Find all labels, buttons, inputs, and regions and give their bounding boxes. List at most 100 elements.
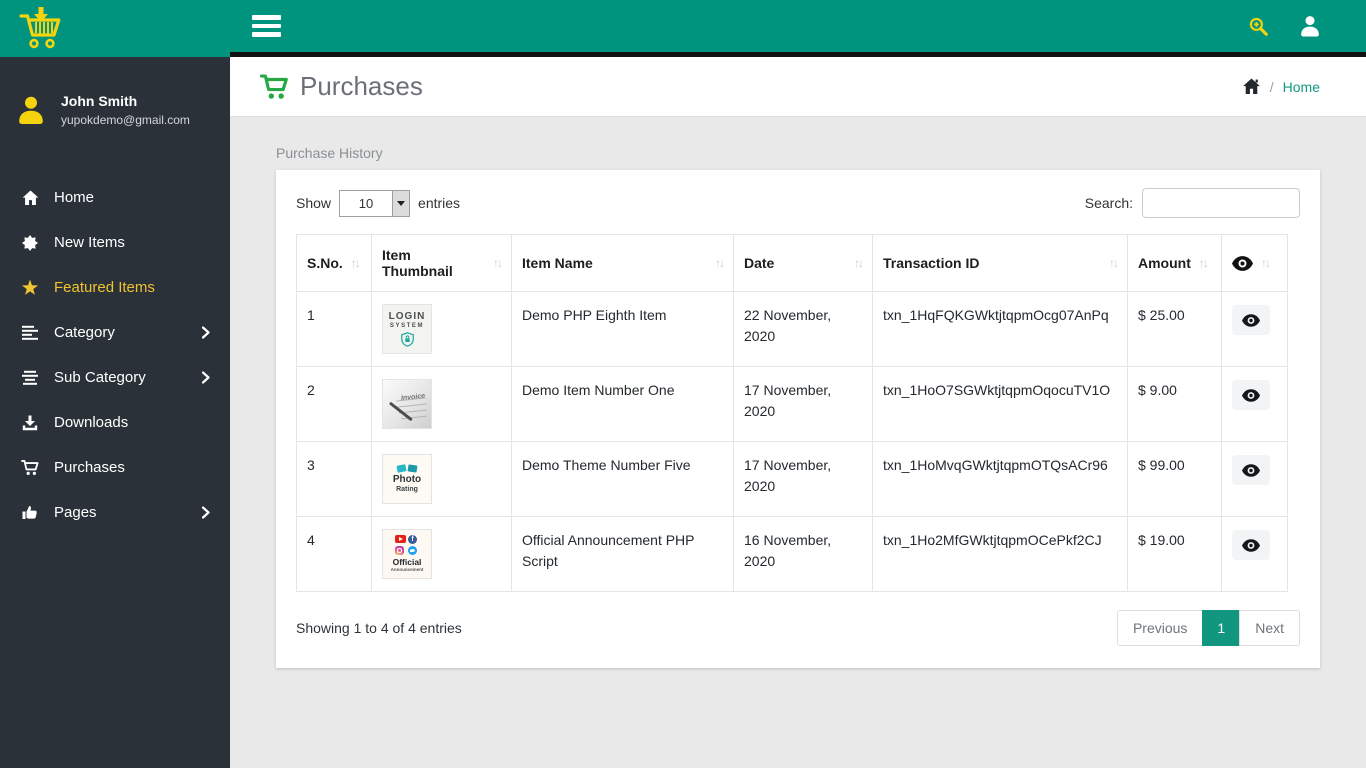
chevron-right-icon xyxy=(202,326,210,339)
view-button[interactable] xyxy=(1232,530,1270,560)
search-input[interactable] xyxy=(1142,188,1300,218)
home-icon[interactable] xyxy=(1242,78,1261,95)
photo-rating-thumbnail: Photo Rating xyxy=(382,454,432,504)
search-label: Search: xyxy=(1084,195,1133,211)
sidebar-item-home[interactable]: Home xyxy=(0,175,230,220)
table-footer: Showing 1 to 4 of 4 entries Previous 1 N… xyxy=(296,610,1300,646)
table-header-row: S.No. ↑↓ Item Thumbnail ↑↓ Item Name ↑↓ Dat… xyxy=(296,234,1288,292)
sidebar-item-label: Featured Items xyxy=(54,279,155,296)
page-size-select[interactable]: 10 xyxy=(339,189,411,217)
view-button[interactable] xyxy=(1232,455,1270,485)
list-centered-icon xyxy=(20,370,40,385)
eye-icon xyxy=(1232,255,1253,271)
column-header-transaction-id[interactable]: Transaction ID ↑↓ xyxy=(872,234,1128,292)
purchase-history-card: Show 10 entries Search: S.No. ↑↓ Item Th… xyxy=(276,170,1320,668)
cell-item-name: Official Announcement PHP Script xyxy=(511,516,734,592)
section-label: Purchase History xyxy=(276,145,383,161)
sidebar-item-sub-category[interactable]: Sub Category xyxy=(0,355,230,400)
shield-lock-icon xyxy=(400,332,414,347)
sort-icon: ↑↓ xyxy=(1198,256,1209,270)
cell-sno: 2 xyxy=(296,366,372,442)
table-row: 1 LOGIN SYSTEM Demo PHP Eighth Item 22 N… xyxy=(296,291,1288,367)
select-dropdown-arrow-icon xyxy=(392,190,410,216)
column-header-item-name[interactable]: Item Name ↑↓ xyxy=(511,234,734,292)
sidebar-item-category[interactable]: Category xyxy=(0,310,230,355)
page-1-button[interactable]: 1 xyxy=(1202,610,1241,646)
cart-download-logo-icon xyxy=(16,6,66,51)
table-row: 2 Invoice Demo Item Number One 17 Novemb… xyxy=(296,366,1288,442)
instagram-icon xyxy=(395,546,404,555)
app-root: John Smith yupokdemo@gmail.com Home New … xyxy=(0,0,1366,768)
breadcrumb-home-link[interactable]: Home xyxy=(1283,79,1320,95)
youtube-icon xyxy=(395,535,406,543)
hamburger-menu-icon[interactable] xyxy=(252,15,281,37)
user-email: yupokdemo@gmail.com xyxy=(61,113,190,127)
thumbs-up-icon xyxy=(20,505,40,520)
sidebar-item-downloads[interactable]: Downloads xyxy=(0,400,230,445)
star-icon xyxy=(20,279,40,296)
burst-icon xyxy=(20,234,40,251)
sort-icon: ↑↓ xyxy=(1109,256,1119,270)
content: Purchase History Show 10 entries Search: xyxy=(230,117,1366,668)
sidebar-item-label: Home xyxy=(54,189,95,206)
twitter-icon xyxy=(408,546,417,555)
list-icon xyxy=(20,325,40,340)
page-title: Purchases xyxy=(260,71,423,102)
sidebar-item-label: Sub Category xyxy=(54,369,146,386)
cell-date: 16 November, 2020 xyxy=(733,516,873,592)
column-header-amount[interactable]: Amount ↑↓ xyxy=(1127,234,1222,292)
sidebar-item-label: New Items xyxy=(54,234,125,251)
search-plus-icon[interactable] xyxy=(1249,17,1268,36)
column-header-sno[interactable]: S.No. ↑↓ xyxy=(296,234,372,292)
view-button[interactable] xyxy=(1232,305,1270,335)
sidebar-menu: Home New Items Featured Items Category S… xyxy=(0,175,230,535)
cell-date: 17 November, 2020 xyxy=(733,366,873,442)
download-icon xyxy=(20,415,40,431)
user-menu-icon[interactable] xyxy=(1298,14,1322,38)
previous-page-button[interactable]: Previous xyxy=(1116,610,1204,646)
cell-amount: $ 19.00 xyxy=(1127,516,1222,592)
sidebar-item-featured-items[interactable]: Featured Items xyxy=(0,265,230,310)
sort-icon: ↑↓ xyxy=(1261,256,1271,270)
show-label: Show xyxy=(296,195,332,211)
entries-summary: Showing 1 to 4 of 4 entries xyxy=(296,620,462,636)
sidebar-item-purchases[interactable]: Purchases xyxy=(0,445,230,490)
sidebar-item-label: Category xyxy=(54,324,115,341)
page-header: Purchases / Home xyxy=(230,57,1366,117)
page-title-text: Purchases xyxy=(300,71,423,101)
cell-transaction-id: txn_1HoMvqGWktjtqpmOTQsACr96 xyxy=(872,441,1128,517)
social-icons-graphic: f xyxy=(395,535,419,555)
sidebar-item-pages[interactable]: Pages xyxy=(0,490,230,535)
next-page-button[interactable]: Next xyxy=(1239,610,1300,646)
cell-sno: 3 xyxy=(296,441,372,517)
cell-amount: $ 9.00 xyxy=(1127,366,1222,442)
cell-amount: $ 25.00 xyxy=(1127,291,1222,367)
sidebar-item-new-items[interactable]: New Items xyxy=(0,220,230,265)
cell-amount: $ 99.00 xyxy=(1127,441,1222,517)
breadcrumb-separator: / xyxy=(1269,78,1274,95)
brand-logo[interactable] xyxy=(0,0,230,57)
chevron-right-icon xyxy=(202,371,210,384)
table-controls: Show 10 entries Search: xyxy=(296,188,1300,218)
sort-icon: ↑↓ xyxy=(493,256,503,270)
cell-transaction-id: txn_1HqFQKGWktjtqpmOcg07AnPq xyxy=(872,291,1128,367)
column-header-date[interactable]: Date ↑↓ xyxy=(733,234,873,292)
cell-item-name: Demo Theme Number Five xyxy=(511,441,734,517)
cell-item-name: Demo PHP Eighth Item xyxy=(511,291,734,367)
column-header-thumbnail[interactable]: Item Thumbnail ↑↓ xyxy=(371,234,512,292)
pagination: Previous 1 Next xyxy=(1116,610,1300,646)
cell-item-name: Demo Item Number One xyxy=(511,366,734,442)
sort-icon: ↑↓ xyxy=(350,256,361,270)
sort-icon: ↑↓ xyxy=(715,256,725,270)
login-system-thumbnail: LOGIN SYSTEM xyxy=(382,304,432,354)
search-control: Search: xyxy=(1085,188,1300,218)
sidebar-item-label: Downloads xyxy=(54,414,129,431)
cart-icon xyxy=(20,459,40,476)
column-header-view[interactable]: ↑↓ xyxy=(1221,234,1288,292)
cell-transaction-id: txn_1HoO7SGWktjtqpmOqocuTV1O xyxy=(872,366,1128,442)
user-avatar-icon xyxy=(15,94,49,126)
topbar xyxy=(230,0,1366,57)
cell-sno: 1 xyxy=(296,291,372,367)
table-row: 4 f Official Announcement Official Annou… xyxy=(296,516,1288,592)
view-button[interactable] xyxy=(1232,380,1270,410)
